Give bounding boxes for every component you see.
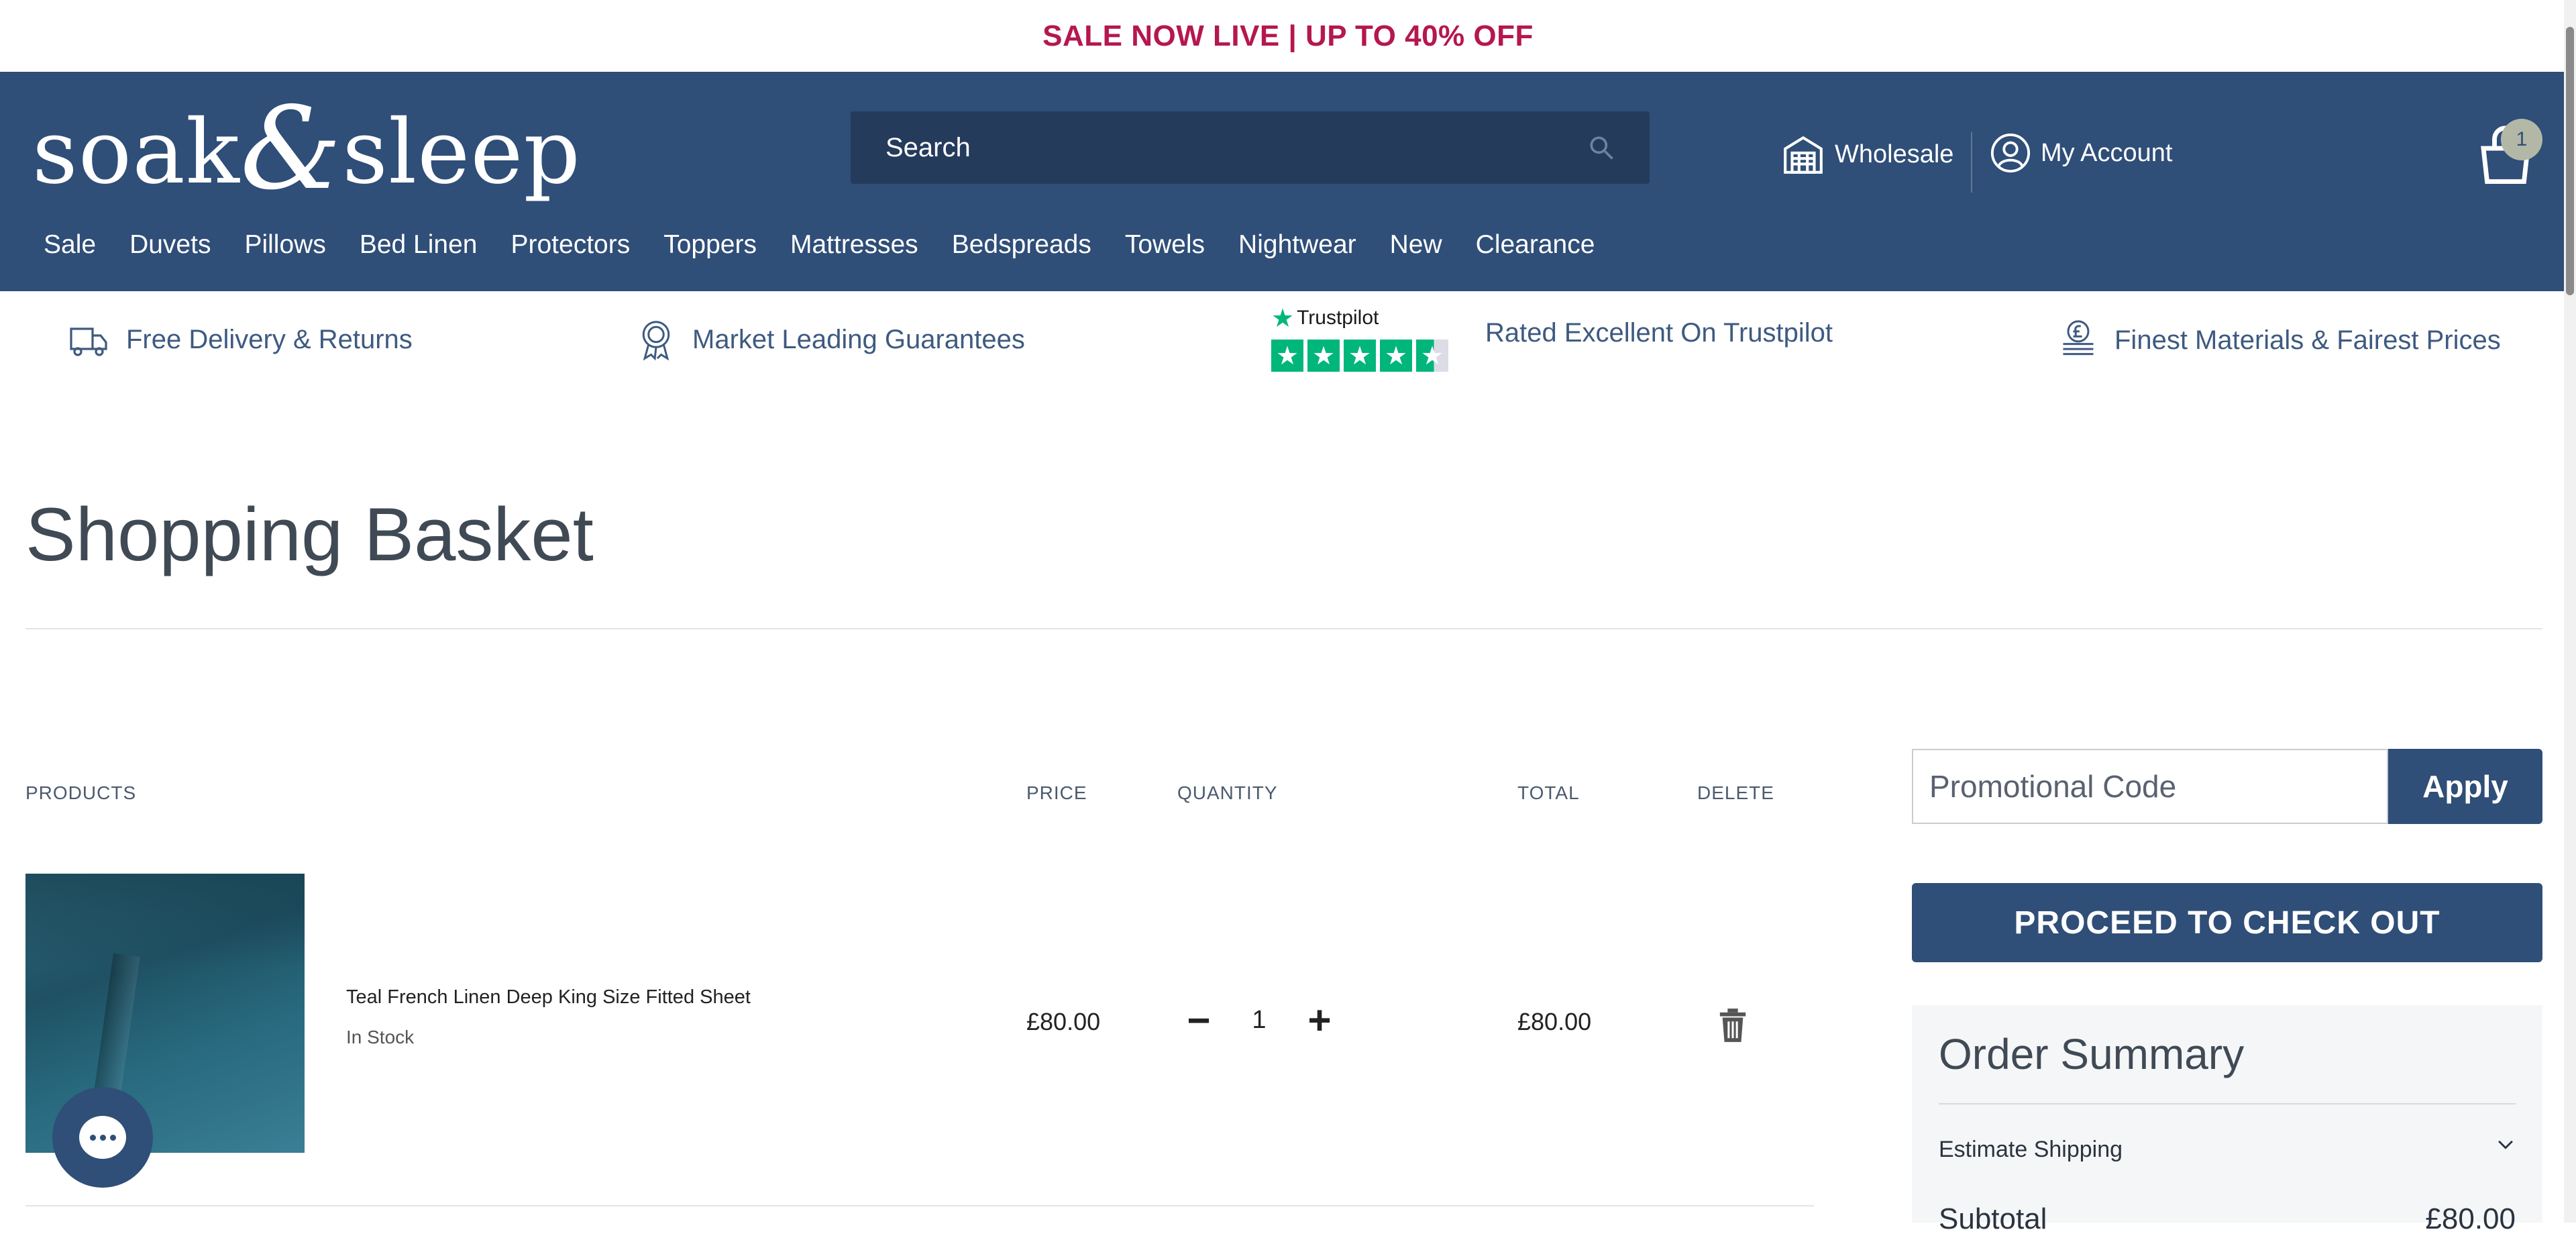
trash-icon[interactable] <box>1717 1007 1748 1044</box>
chat-bubble-icon <box>79 1116 126 1159</box>
nav-item-mattresses[interactable]: Mattresses <box>773 218 935 272</box>
warehouse-icon <box>1784 136 1823 174</box>
promo-bar: SALE NOW LIVE | UP TO 40% OFF <box>0 0 2576 72</box>
line-total: £80.00 <box>1517 1008 1592 1035</box>
nav-item-pillows[interactable]: Pillows <box>227 218 342 272</box>
product-name[interactable]: Teal French Linen Deep King Size Fitted … <box>346 986 751 1009</box>
star-icon: ★ <box>1380 340 1412 372</box>
trustpilot-rating-stars: ★ ★ ★ ★ ★ <box>1271 340 1448 372</box>
star-icon: ★ <box>1271 340 1303 372</box>
quantity-stepper: − 1 + <box>1175 993 1343 1047</box>
proceed-to-checkout-button[interactable]: PROCEED TO CHECK OUT <box>1912 883 2542 962</box>
main-nav: Sale Duvets Pillows Bed Linen Protectors… <box>27 218 1611 272</box>
header-divider <box>1971 132 1972 193</box>
search-input[interactable] <box>884 132 1587 164</box>
pound-coins-icon <box>2063 320 2094 356</box>
usp-bar: Free Delivery & Returns Market Leading G… <box>0 291 2576 392</box>
decrease-quantity-button[interactable]: − <box>1175 993 1222 1047</box>
user-icon <box>1990 133 2031 173</box>
subtotal-value: £80.00 <box>2425 1202 2516 1235</box>
column-header-delete: DELETE <box>1697 782 1774 803</box>
quantity-value[interactable]: 1 <box>1222 1006 1296 1035</box>
chat-launcher-button[interactable] <box>52 1087 153 1188</box>
increase-quantity-button[interactable]: + <box>1296 993 1343 1047</box>
title-divider <box>25 628 2542 629</box>
promo-code-input[interactable] <box>1912 749 2388 824</box>
nav-item-clearance[interactable]: Clearance <box>1459 218 1612 272</box>
promo-text[interactable]: SALE NOW LIVE | UP TO 40% OFF <box>1042 19 1534 53</box>
nav-item-towels[interactable]: Towels <box>1108 218 1222 272</box>
column-header-products: PRODUCTS <box>25 782 137 803</box>
estimate-shipping-toggle[interactable]: Estimate Shipping <box>1939 1137 2123 1163</box>
column-header-total: TOTAL <box>1517 782 1580 803</box>
award-badge-icon <box>642 321 670 361</box>
my-account-label: My Account <box>2041 138 2173 167</box>
usp-trustpilot[interactable]: Rated Excellent On Trustpilot <box>1485 318 1833 348</box>
usp-delivery[interactable]: Free Delivery & Returns <box>67 318 413 361</box>
search-bar <box>851 111 1650 184</box>
wholesale-label: Wholesale <box>1835 140 1954 168</box>
chevron-down-icon[interactable] <box>2494 1133 2517 1155</box>
usp-materials[interactable]: Finest Materials & Fairest Prices <box>2058 318 2501 362</box>
page-scrollbar[interactable] <box>2564 0 2576 1223</box>
apply-promo-button[interactable]: Apply <box>2388 749 2542 824</box>
nav-item-toppers[interactable]: Toppers <box>647 218 773 272</box>
scrollbar-thumb[interactable] <box>2566 27 2574 295</box>
delivery-van-icon <box>70 327 107 356</box>
nav-item-bed-linen[interactable]: Bed Linen <box>343 218 494 272</box>
nav-item-new[interactable]: New <box>1373 218 1459 272</box>
search-icon[interactable] <box>1587 133 1616 162</box>
product-price: £80.00 <box>1026 1008 1101 1035</box>
trustpilot-widget[interactable]: ★ Trustpilot ★ ★ ★ ★ ★ <box>1271 305 1448 372</box>
site-header: soak&sleep Wholesale My Account 1 Sale D… <box>0 72 2576 291</box>
page-title: Shopping Basket <box>25 493 594 576</box>
trustpilot-logo: ★ Trustpilot <box>1271 304 1379 333</box>
row-divider <box>25 1205 1814 1206</box>
stock-status: In Stock <box>346 1027 415 1047</box>
order-summary-title: Order Summary <box>1939 1030 2245 1078</box>
nav-item-nightwear[interactable]: Nightwear <box>1222 218 1373 272</box>
trustpilot-star-icon: ★ <box>1271 304 1295 333</box>
summary-divider <box>1939 1103 2516 1104</box>
nav-item-duvets[interactable]: Duvets <box>113 218 227 272</box>
my-account-link[interactable]: My Account <box>1990 132 2172 174</box>
order-summary: Order Summary Estimate Shipping Subtotal… <box>1912 1005 2542 1235</box>
nav-item-sale[interactable]: Sale <box>27 218 113 272</box>
column-header-quantity: QUANTITY <box>1177 782 1278 803</box>
nav-item-protectors[interactable]: Protectors <box>494 218 647 272</box>
column-header-price: PRICE <box>1026 782 1087 803</box>
usp-guarantees[interactable]: Market Leading Guarantees <box>636 318 1025 361</box>
wholesale-link[interactable]: Wholesale <box>1781 132 1953 176</box>
cart-count-badge: 1 <box>2501 119 2542 160</box>
half-star-icon: ★ <box>1416 340 1448 372</box>
star-icon: ★ <box>1307 340 1340 372</box>
subtotal-label: Subtotal <box>1939 1202 2047 1235</box>
logo[interactable]: soak&sleep <box>32 92 581 206</box>
star-icon: ★ <box>1344 340 1376 372</box>
nav-item-bedspreads[interactable]: Bedspreads <box>935 218 1108 272</box>
